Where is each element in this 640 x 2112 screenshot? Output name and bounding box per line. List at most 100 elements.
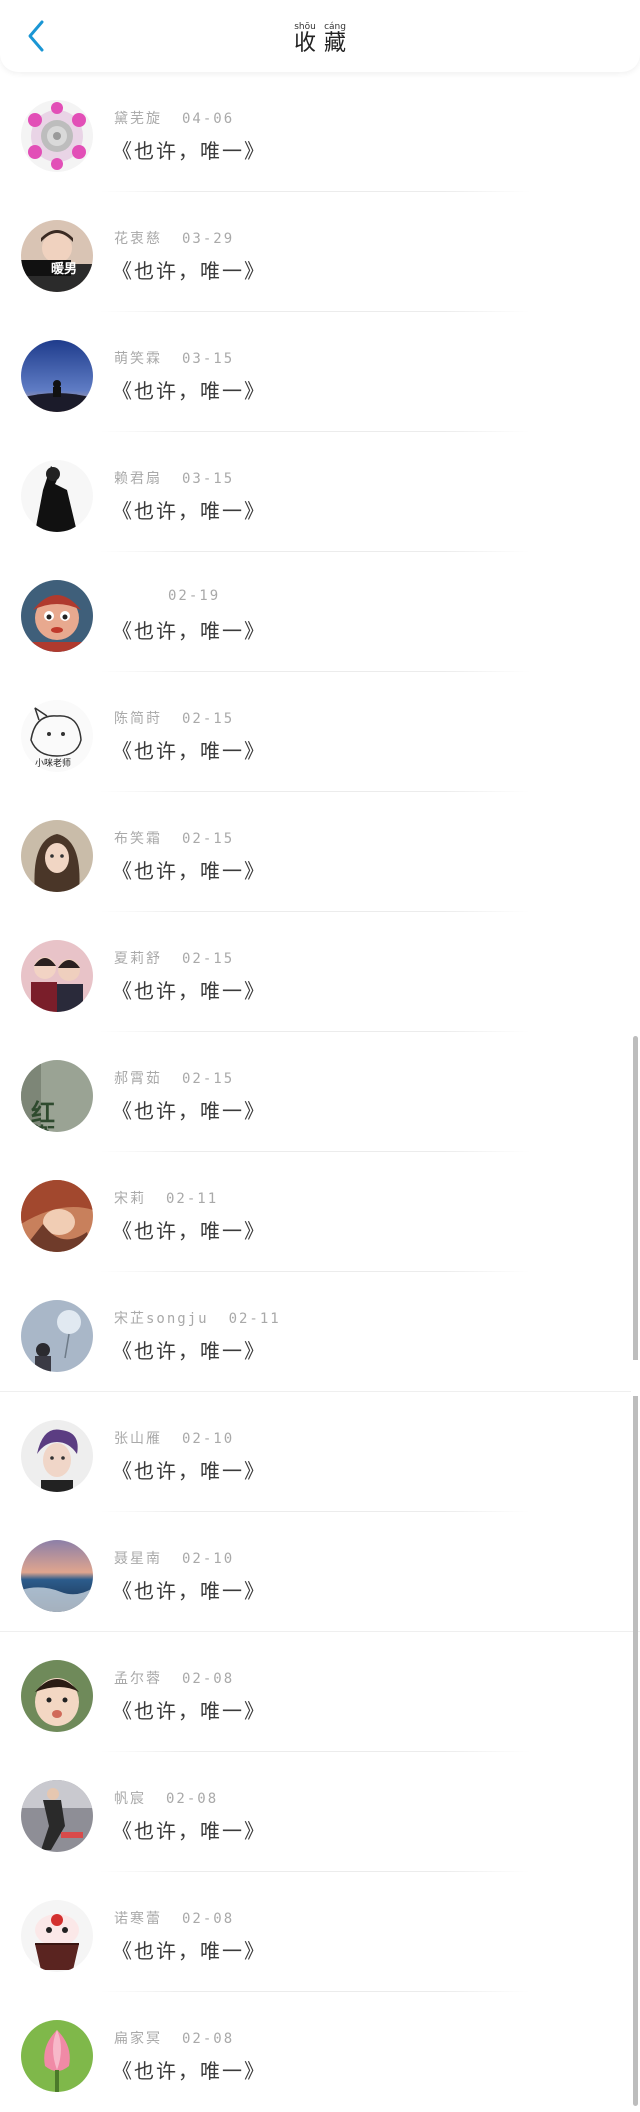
list-item[interactable]: 诺寒蕾 02-08 《也许，唯一》 [0, 1872, 640, 1992]
item-author: 黛芜旋 [114, 111, 162, 127]
avatar-caption: 暖男 [51, 261, 77, 277]
avatar[interactable] [21, 1180, 93, 1252]
header-bar: shōu 收 cáng 藏 [0, 0, 640, 72]
list-item[interactable]: 张山雁 02-10 《也许，唯一》 [0, 1392, 640, 1512]
item-title[interactable]: 《也许，唯一》 [112, 1095, 266, 1124]
avatar-caption: 小咪老师 [35, 757, 71, 769]
list-item[interactable]: 夏莉舒 02-15 《也许，唯一》 [0, 912, 640, 1032]
item-meta: 聂星南 02-10 [114, 1548, 234, 1568]
list-item[interactable]: 布笑霜 02-15 《也许，唯一》 [0, 792, 640, 912]
item-date: 03-15 [182, 351, 235, 367]
list-item[interactable]: 宋莉 02-11 《也许，唯一》 [0, 1152, 640, 1272]
item-title[interactable]: 《也许，唯一》 [112, 1815, 266, 1844]
item-title[interactable]: 《也许，唯一》 [112, 1575, 266, 1604]
item-meta: 赖君扇 03-15 [114, 468, 234, 488]
avatar[interactable] [21, 340, 93, 412]
item-date: 03-29 [182, 231, 235, 247]
avatar[interactable] [21, 820, 93, 892]
avatar[interactable] [21, 1780, 93, 1852]
list-item[interactable]: 黛芜旋 04-06 《也许，唯一》 [0, 72, 640, 192]
avatar[interactable] [21, 1660, 93, 1732]
list-item[interactable]: 赖君扇 03-15 《也许，唯一》 [0, 432, 640, 552]
avatar[interactable] [21, 1900, 93, 1972]
avatar[interactable] [21, 2020, 93, 2092]
list-item[interactable]: 扁家冥 02-08 《也许，唯一》 [0, 1992, 640, 2112]
avatar[interactable] [21, 100, 93, 172]
item-title[interactable]: 《也许，唯一》 [112, 975, 266, 1004]
avatar[interactable] [21, 460, 93, 532]
item-date: 02-08 [182, 2031, 235, 2047]
item-author: 宋莉 [114, 1191, 146, 1207]
list-item[interactable]: 萌笑霖 03-15 《也许，唯一》 [0, 312, 640, 432]
item-meta: 张山雁 02-10 [114, 1428, 234, 1448]
item-title[interactable]: 《也许，唯一》 [112, 855, 266, 884]
list-item[interactable]: 宋芷songju 02-11 《也许，唯一》 [0, 1272, 640, 1392]
item-date: 02-10 [182, 1431, 235, 1447]
avatar[interactable] [21, 1300, 93, 1372]
avatar[interactable]: 小咪老师 [21, 700, 93, 772]
item-meta: 宋芷songju 02-11 [114, 1308, 281, 1328]
item-author: 扁家冥 [114, 2031, 162, 2047]
avatar[interactable] [21, 580, 93, 652]
list-item[interactable]: 帆宸 02-08 《也许，唯一》 [0, 1752, 640, 1872]
item-author: 帆宸 [114, 1791, 146, 1807]
item-meta: 孟尔蓉 02-08 [114, 1668, 234, 1688]
avatar[interactable]: 暖男 [21, 220, 93, 292]
item-date: 02-19 [168, 588, 221, 604]
item-title[interactable]: 《也许，唯一》 [112, 615, 266, 644]
item-meta: 诺寒蕾 02-08 [114, 1908, 234, 1928]
item-date: 02-15 [182, 831, 235, 847]
title-hanzi: 藏 [324, 31, 347, 56]
item-meta: 郝霄茹 02-15 [114, 1068, 234, 1088]
item-author: 陈简莳 [114, 711, 162, 727]
item-meta: 宋莉 02-11 [114, 1188, 218, 1208]
item-title[interactable]: 《也许，唯一》 [112, 135, 266, 164]
item-date: 03-15 [182, 471, 235, 487]
list-item[interactable]: 孟尔蓉 02-08 《也许，唯一》 [0, 1632, 640, 1752]
list-item[interactable]: 红衛 郝霄茹 02-15 《也许，唯一》 [0, 1032, 640, 1152]
item-title[interactable]: 《也许，唯一》 [112, 735, 266, 764]
item-title[interactable]: 《也许，唯一》 [112, 1215, 266, 1244]
scrollbar-gap [631, 1360, 640, 1396]
item-title[interactable]: 《也许，唯一》 [112, 375, 266, 404]
item-title[interactable]: 《也许，唯一》 [112, 1335, 266, 1364]
item-title[interactable]: 《也许，唯一》 [112, 1695, 266, 1724]
item-author: 布笑霜 [114, 831, 162, 847]
item-date: 02-08 [182, 1911, 235, 1927]
item-author: 宋芷songju [114, 1311, 209, 1327]
item-author: 夏莉舒 [114, 951, 162, 967]
item-title[interactable]: 《也许，唯一》 [112, 1455, 266, 1484]
item-date: 02-15 [182, 1071, 235, 1087]
item-meta: 布笑霜 02-15 [114, 828, 234, 848]
item-author: 聂星南 [114, 1551, 162, 1567]
avatar[interactable] [21, 1540, 93, 1612]
item-title[interactable]: 《也许，唯一》 [112, 255, 266, 284]
item-meta: 陈简莳 02-15 [114, 708, 234, 728]
avatar[interactable] [21, 940, 93, 1012]
item-meta: 夏莉舒 02-15 [114, 948, 234, 968]
scrollbar[interactable] [633, 1036, 638, 2106]
title-char: cáng 藏 [324, 22, 346, 56]
avatar[interactable] [21, 1420, 93, 1492]
item-author: 赖君扇 [114, 471, 162, 487]
item-title[interactable]: 《也许，唯一》 [112, 2055, 266, 2084]
item-author: 张山雁 [114, 1431, 162, 1447]
item-author: 诺寒蕾 [114, 1911, 162, 1927]
item-meta: 黛芜旋 04-06 [114, 108, 234, 128]
item-title[interactable]: 《也许，唯一》 [112, 495, 266, 524]
title-char: shōu 收 [294, 22, 316, 56]
list-item[interactable]: 暖男 花衷慈 03-29 《也许，唯一》 [0, 192, 640, 312]
list-item[interactable]: 小咪老师 陈简莳 02-15 《也许，唯一》 [0, 672, 640, 792]
item-meta: 扁家冥 02-08 [114, 2028, 234, 2048]
list-item[interactable]: 02-19 《也许，唯一》 [0, 552, 640, 672]
list-item[interactable]: 聂星南 02-10 《也许，唯一》 [0, 1512, 640, 1632]
item-title[interactable]: 《也许，唯一》 [112, 1935, 266, 1964]
avatar[interactable]: 红衛 [21, 1060, 93, 1132]
avatar-caption: 红衛 [27, 1099, 56, 1132]
item-date: 02-08 [182, 1671, 235, 1687]
favorites-list: 黛芜旋 04-06 《也许，唯一》 暖男 花衷慈 03-29 《也许，唯一》 萌… [0, 72, 640, 2112]
title-hanzi: 收 [293, 31, 316, 56]
item-meta: 02-19 [114, 588, 220, 604]
item-date: 02-08 [166, 1791, 219, 1807]
item-date: 02-15 [182, 951, 235, 967]
